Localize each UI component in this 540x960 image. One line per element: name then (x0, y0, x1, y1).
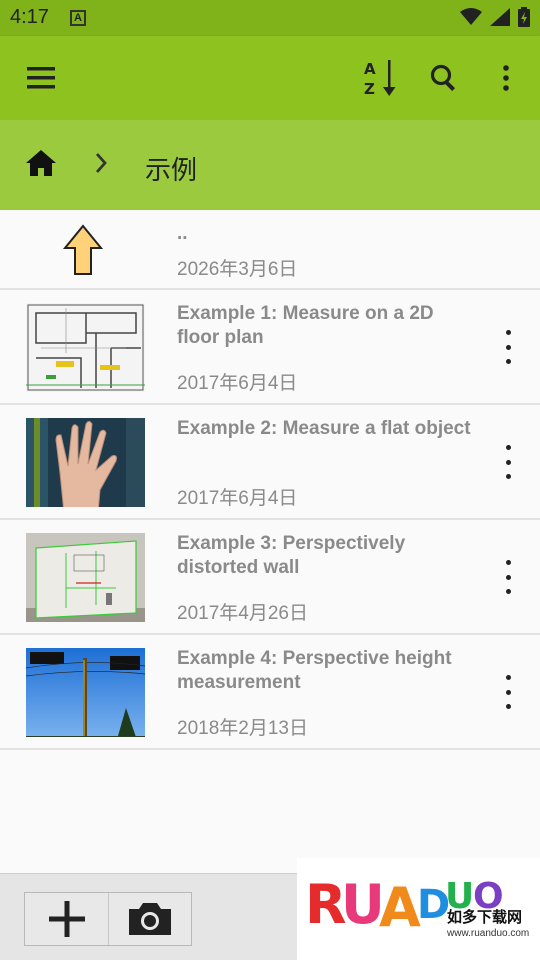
item-more-icon[interactable] (498, 330, 518, 364)
camera-button[interactable] (108, 893, 191, 945)
svg-text:R: R (305, 873, 346, 936)
add-icon (48, 901, 85, 937)
watermark-tagline: 如多下载网 (447, 909, 523, 926)
item-more-icon[interactable] (498, 445, 518, 479)
add-button[interactable] (25, 893, 108, 945)
list-item[interactable]: Example 2: Measure a flat object 2017年6月… (0, 405, 540, 520)
file-list: .. 2026年3月6日 Example 1: Measure on a 2D … (0, 210, 540, 750)
status-icons (460, 7, 530, 27)
pole-thumbnail (26, 648, 145, 737)
item-more-icon[interactable] (498, 560, 518, 594)
search-icon[interactable] (424, 58, 464, 98)
keyboard-a-icon: A (70, 10, 86, 26)
watermark-url: www.ruanduo.com (447, 928, 530, 939)
wifi-icon (460, 8, 482, 25)
up-arrow-icon (62, 224, 104, 281)
svg-text:U: U (341, 873, 382, 936)
more-vert-icon[interactable] (486, 58, 526, 98)
item-more-icon[interactable] (498, 675, 518, 709)
battery-icon (518, 7, 530, 27)
list-item-title: Example 1: Measure on a 2D floor plan (177, 303, 434, 348)
list-item-title: Example 3: Perspectively distorted wall (177, 533, 406, 578)
list-item[interactable]: Example 3: Perspectively distorted wall … (0, 520, 540, 635)
home-icon[interactable] (24, 148, 58, 183)
hand-thumbnail (26, 418, 145, 507)
breadcrumb-current-folder[interactable]: 示例 (145, 150, 197, 187)
floor-plan-thumbnail (26, 303, 145, 392)
list-item-date: 2026年3月6日 (177, 259, 298, 280)
menu-icon[interactable] (22, 58, 62, 98)
breadcrumb: 示例 (0, 120, 540, 210)
list-item-date: 2017年4月26日 (177, 603, 308, 624)
app-toolbar: A Z (0, 36, 540, 120)
sort-az-icon[interactable]: A Z (360, 58, 400, 98)
site-watermark: R U A D U O 如多下载网 www.ruanduo.com (297, 858, 540, 960)
svg-text:A: A (364, 60, 376, 78)
list-item[interactable]: Example 4: Perspective height measuremen… (0, 635, 540, 750)
list-item[interactable]: Example 1: Measure on a 2D floor plan 20… (0, 290, 540, 405)
action-button-group (24, 892, 192, 946)
chevron-right-icon (94, 150, 110, 181)
list-item-title: Example 2: Measure a flat object (177, 418, 471, 439)
signal-icon (490, 8, 510, 26)
list-item-parent-folder[interactable]: .. 2026年3月6日 (0, 210, 540, 290)
svg-text:A: A (379, 876, 421, 938)
status-time: 4:17 (10, 6, 49, 28)
svg-text:Z: Z (364, 80, 375, 98)
list-item-date: 2017年6月4日 (177, 488, 298, 509)
list-item-date: 2018年2月13日 (177, 718, 308, 739)
wall-thumbnail (26, 533, 145, 622)
status-bar: 4:17 A (0, 0, 540, 36)
list-item-title: Example 4: Perspective height measuremen… (177, 648, 452, 693)
list-item-date: 2017年6月4日 (177, 373, 298, 394)
camera-icon (129, 903, 171, 935)
list-item-title: .. (177, 223, 188, 244)
